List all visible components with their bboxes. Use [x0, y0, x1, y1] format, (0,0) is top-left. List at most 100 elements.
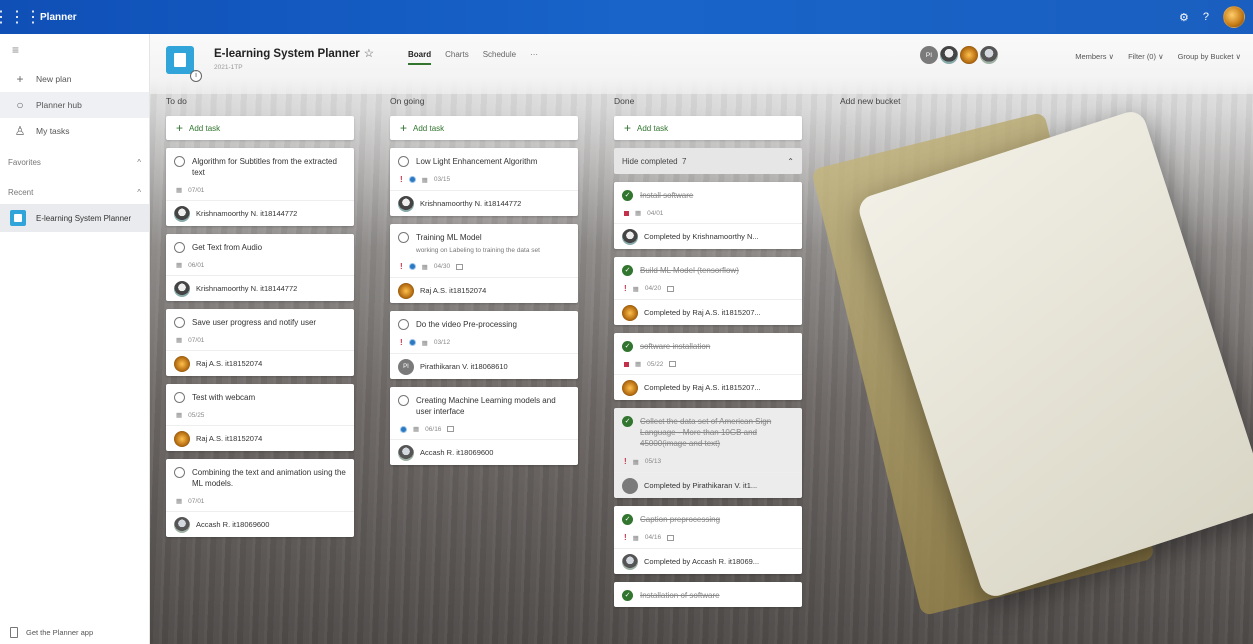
bucket-title[interactable]: On going: [390, 96, 578, 110]
sidebar-item-my-tasks[interactable]: ♙ My tasks: [0, 118, 149, 144]
priority-icon: !: [624, 284, 627, 293]
task-card[interactable]: Test with webcam ▦ 05/25 Raj A.S. it18152…: [166, 384, 354, 451]
calendar-icon: ▦: [632, 534, 639, 542]
add-task-button[interactable]: + Add task: [614, 116, 802, 140]
plan-icon: [10, 210, 26, 226]
assignee: Raj A.S. it18152074: [196, 359, 263, 368]
favorites-section[interactable]: Favorites ^: [0, 150, 149, 174]
chevron-up-icon[interactable]: ⌃: [787, 157, 794, 166]
priority-icon: !: [624, 457, 627, 466]
checkmark-icon[interactable]: ✓: [622, 190, 633, 201]
comment-icon: [447, 426, 455, 432]
task-card[interactable]: Low Light Enhancement Algorithm ! ▦ 03/15 …: [390, 148, 578, 216]
comment-icon: [667, 285, 675, 292]
completed-count: 7: [682, 156, 687, 166]
recent-section[interactable]: Recent ^: [0, 180, 149, 204]
task-card[interactable]: Training ML Model working on Labeling to…: [390, 224, 578, 303]
info-icon[interactable]: i: [190, 70, 202, 82]
checkmark-icon[interactable]: ✓: [622, 341, 633, 352]
app-name[interactable]: Planner: [40, 12, 77, 23]
complete-circle-icon[interactable]: [398, 156, 409, 167]
due-date: 06/16: [425, 425, 442, 433]
assignee: Completed by Accash R. it18069...: [644, 557, 760, 566]
tab-more[interactable]: ···: [530, 50, 538, 65]
chevron-up-icon[interactable]: ^: [137, 158, 141, 167]
avatar: [398, 282, 414, 299]
in-progress-icon: [400, 425, 407, 433]
filter-dropdown[interactable]: Filter (0) ∨: [1128, 52, 1164, 61]
in-progress-icon: [408, 263, 416, 270]
task-card[interactable]: ✓ Install software ▦ 04/01 Completed by Kr…: [614, 182, 802, 249]
task-title: Collect the data set of American Sign La…: [640, 417, 772, 448]
assignee: Completed by Raj A.S. it1815207...: [644, 308, 761, 317]
checkmark-icon[interactable]: ✓: [622, 265, 633, 276]
complete-circle-icon[interactable]: [398, 395, 409, 406]
bucket-title[interactable]: Done: [614, 96, 802, 110]
complete-circle-icon[interactable]: [398, 232, 409, 243]
calendar-icon: ▦: [421, 263, 428, 271]
chevron-up-icon[interactable]: ^: [137, 188, 141, 197]
recent-label: Recent: [8, 187, 34, 197]
task-card[interactable]: ✓ Installation of software: [614, 582, 802, 607]
avatar: [622, 228, 638, 245]
task-card[interactable]: ✓ Caption preprocessing ! ▦ 04/16 Completed…: [614, 506, 802, 574]
due-date: 04/01: [647, 209, 664, 217]
task-card[interactable]: ✓ Collect the data set of American Sign L…: [614, 408, 802, 498]
task-card[interactable]: Get Text from Audio ▦ 06/01 Krishnamoorth…: [166, 234, 354, 301]
task-title: Training ML Model: [416, 233, 482, 242]
sidebar-item-planner-hub[interactable]: ○ Planner hub: [0, 92, 149, 118]
complete-circle-icon[interactable]: [174, 242, 185, 253]
avatar[interactable]: [960, 46, 978, 64]
due-date: 07/01: [188, 497, 205, 505]
avatar[interactable]: [940, 46, 958, 64]
complete-circle-icon[interactable]: [174, 156, 185, 167]
account-avatar[interactable]: [1223, 6, 1245, 28]
calendar-icon: ▦: [176, 187, 183, 194]
avatar[interactable]: PI: [920, 46, 938, 64]
group-by-dropdown[interactable]: Group by Bucket ∨: [1178, 52, 1241, 61]
complete-circle-icon[interactable]: [398, 319, 409, 330]
tab-schedule[interactable]: Schedule: [483, 50, 516, 65]
add-task-button[interactable]: + Add task: [390, 116, 578, 140]
hide-completed-toggle[interactable]: Hide completed 7 ⌃: [614, 148, 802, 174]
view-tabs: Board Charts Schedule ···: [408, 50, 538, 65]
checkmark-icon[interactable]: ✓: [622, 514, 633, 525]
task-card[interactable]: ✓ software installation ▦ 05/22 Completed …: [614, 333, 802, 400]
calendar-icon: ▦: [421, 339, 428, 347]
members-dropdown[interactable]: Members ∨: [1075, 52, 1114, 61]
task-card[interactable]: Do the video Pre-processing ! ▦ 03/12 PI Pi…: [390, 311, 578, 379]
waffle-icon[interactable]: ⋮⋮⋮: [0, 0, 41, 34]
task-card[interactable]: Algorithm for Subtitles from the extract…: [166, 148, 354, 226]
complete-circle-icon[interactable]: [174, 467, 185, 478]
bucket-title[interactable]: To do: [166, 96, 354, 110]
help-icon[interactable]: ?: [1203, 11, 1209, 23]
checkmark-icon[interactable]: ✓: [622, 590, 633, 601]
complete-circle-icon[interactable]: [174, 317, 185, 328]
avatar: PI: [398, 358, 414, 375]
add-new-bucket[interactable]: Add new bucket: [840, 96, 900, 106]
task-title: Combining the text and animation using t…: [192, 468, 346, 488]
star-icon[interactable]: ☆: [364, 48, 374, 60]
in-progress-icon: [408, 176, 416, 183]
sidebar-item-new-plan[interactable]: + New plan: [0, 66, 149, 92]
avatar[interactable]: [980, 46, 998, 64]
task-card[interactable]: ✓ Build ML Model (tensorflow) ! ▦ 04/20 Com…: [614, 257, 802, 325]
due-date: 07/01: [188, 336, 205, 344]
task-card[interactable]: Creating Machine Learning models and use…: [390, 387, 578, 465]
add-task-button[interactable]: + Add task: [166, 116, 354, 140]
plan-logo-icon: [166, 46, 194, 74]
complete-circle-icon[interactable]: [174, 392, 185, 403]
checkmark-icon[interactable]: ✓: [622, 416, 633, 427]
member-avatars[interactable]: PI: [920, 46, 998, 64]
tab-board[interactable]: Board: [408, 50, 432, 65]
recent-plan-item[interactable]: E-learning System Planner: [0, 204, 149, 232]
menu-icon[interactable]: ≡: [0, 34, 149, 66]
task-card[interactable]: Save user progress and notify user ▦ 07/0…: [166, 309, 354, 376]
assignee: Krishnamoorthy N. it18144772: [196, 209, 298, 218]
due-date: 05/22: [647, 360, 664, 368]
settings-icon[interactable]: ⚙: [1179, 11, 1189, 24]
get-app-link[interactable]: Get the Planner app: [10, 627, 93, 638]
task-card[interactable]: Combining the text and animation using t…: [166, 459, 354, 537]
tab-charts[interactable]: Charts: [445, 50, 469, 65]
phone-icon: [10, 627, 18, 638]
